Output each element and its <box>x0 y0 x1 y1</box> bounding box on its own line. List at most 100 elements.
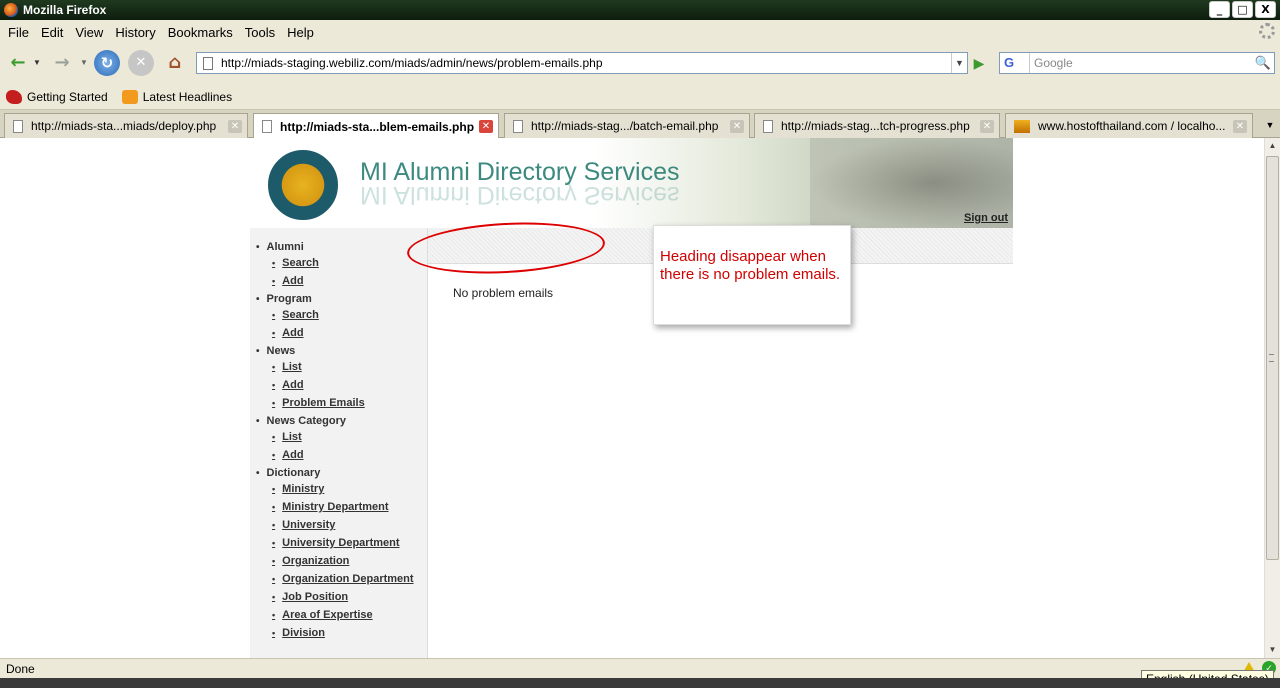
sidebar-section-dictionary: DictionaryMinistryMinistry DepartmentUni… <box>256 466 427 642</box>
minimize-button[interactable]: _ <box>1209 1 1230 18</box>
sidebar-section-heading: Program <box>256 292 427 306</box>
site-title-reflection: MI Alumni Directory Services <box>360 181 680 209</box>
sidebar-link-search[interactable]: Search <box>272 306 427 324</box>
menu-bookmarks[interactable]: Bookmarks <box>162 25 239 40</box>
tab-strip: http://miads-sta...miads/deploy.php ✕ ht… <box>0 110 1280 139</box>
back-button[interactable]: ← <box>5 50 31 76</box>
sidebar-section-heading: Dictionary <box>256 466 427 480</box>
forward-history-dropdown-icon[interactable]: ▼ <box>80 58 88 67</box>
vertical-scrollbar[interactable]: ▲ ▼ <box>1264 138 1280 658</box>
status-text: Done <box>6 661 35 676</box>
annotation-callout: Heading disappear when there is no probl… <box>653 225 851 325</box>
close-tab-icon[interactable]: ✕ <box>228 119 242 133</box>
page-viewport: MI Alumni Directory Services MI Alumni D… <box>0 138 1264 658</box>
sidebar-section-news: NewsListAddProblem Emails <box>256 344 427 412</box>
bookmark-latest-headlines[interactable]: Latest Headlines <box>121 89 233 104</box>
sign-out-link[interactable]: Sign out <box>964 212 1008 224</box>
site-header: MI Alumni Directory Services MI Alumni D… <box>250 138 1013 228</box>
page-icon <box>203 56 213 70</box>
sidebar-link-add[interactable]: Add <box>272 446 427 464</box>
sidebar-link-area-of-expertise[interactable]: Area of Expertise <box>272 606 427 624</box>
sidebar-link-add[interactable]: Add <box>272 272 427 290</box>
search-bar[interactable]: G Google 🔍 <box>999 52 1275 74</box>
address-url[interactable]: http://miads-staging.webiliz.com/miads/a… <box>221 56 951 70</box>
scroll-down-icon[interactable]: ▼ <box>1265 642 1280 658</box>
navigation-toolbar: ← ▼ → ▼ ↻ ✕ ⌂ http://miads-staging.webil… <box>0 44 1280 84</box>
annotation-text: Heading disappear when there is no probl… <box>660 248 841 283</box>
sidebar-link-ministry-department[interactable]: Ministry Department <box>272 498 427 516</box>
menu-bar: File Edit View History Bookmarks Tools H… <box>0 20 1280 44</box>
scroll-up-icon[interactable]: ▲ <box>1265 138 1280 154</box>
window-title-bar: Mozilla Firefox _ □ X <box>0 0 1280 20</box>
sidebar-link-add[interactable]: Add <box>272 376 427 394</box>
bookmarks-toolbar: Getting Started Latest Headlines <box>0 84 1280 110</box>
go-button[interactable]: ▶ <box>970 54 988 72</box>
tab-label: http://miads-stag...tch-progress.php <box>781 119 970 133</box>
tab-label: http://miads-sta...blem-emails.php <box>280 119 474 134</box>
tab-batch-email[interactable]: http://miads-stag.../batch-email.php ✕ <box>504 113 750 138</box>
search-input[interactable]: Google <box>1030 56 1252 70</box>
sidebar-link-job-position[interactable]: Job Position <box>272 588 427 606</box>
page-icon <box>763 119 773 133</box>
page-icon <box>262 120 272 133</box>
sidebar-section-heading: News <box>256 344 427 358</box>
menu-tools[interactable]: Tools <box>239 25 281 40</box>
close-tab-icon[interactable]: ✕ <box>730 119 744 133</box>
maximize-button[interactable]: □ <box>1232 1 1253 18</box>
firefox-icon <box>4 3 18 17</box>
url-history-dropdown-icon[interactable]: ▼ <box>951 53 967 73</box>
address-bar[interactable]: http://miads-staging.webiliz.com/miads/a… <box>196 52 968 74</box>
sidebar-section-program: ProgramSearchAdd <box>256 292 427 342</box>
sidebar-link-list[interactable]: List <box>272 358 427 376</box>
back-history-dropdown-icon[interactable]: ▼ <box>33 58 41 67</box>
admin-sidebar-nav: AlumniSearchAddProgramSearchAddNewsListA… <box>250 228 428 658</box>
menu-file[interactable]: File <box>2 25 35 40</box>
sidebar-link-search[interactable]: Search <box>272 254 427 272</box>
tab-deploy[interactable]: http://miads-sta...miads/deploy.php ✕ <box>4 113 248 138</box>
close-tab-icon[interactable]: ✕ <box>1233 119 1247 133</box>
search-engine-google-icon[interactable]: G <box>1000 53 1030 73</box>
menu-history[interactable]: History <box>109 25 161 40</box>
close-tab-icon[interactable]: ✕ <box>980 119 994 133</box>
sidebar-link-university-department[interactable]: University Department <box>272 534 427 552</box>
sidebar-section-news-category: News CategoryListAdd <box>256 414 427 464</box>
menu-view[interactable]: View <box>69 25 109 40</box>
sidebar-link-list[interactable]: List <box>272 428 427 446</box>
menu-edit[interactable]: Edit <box>35 25 69 40</box>
sidebar-link-ministry[interactable]: Ministry <box>272 480 427 498</box>
sidebar-link-division[interactable]: Division <box>272 624 427 642</box>
sidebar-link-university[interactable]: University <box>272 516 427 534</box>
close-tab-icon[interactable]: ✕ <box>479 120 493 133</box>
home-button[interactable]: ⌂ <box>162 50 188 76</box>
tab-phpmyadmin[interactable]: www.hostofthailand.com / localho... ✕ <box>1005 113 1253 138</box>
no-problem-emails-message: No problem emails <box>453 286 554 300</box>
search-button[interactable]: 🔍 <box>1252 53 1274 73</box>
sidebar-link-problem-emails[interactable]: Problem Emails <box>272 394 427 412</box>
sidebar-link-organization-department[interactable]: Organization Department <box>272 570 427 588</box>
tab-label: http://miads-stag.../batch-email.php <box>531 119 719 133</box>
window-controls: _ □ X <box>1209 1 1276 18</box>
stop-button[interactable]: ✕ <box>128 50 154 76</box>
tab-problem-emails[interactable]: http://miads-sta...blem-emails.php ✕ <box>253 113 499 139</box>
sidebar-section-heading: News Category <box>256 414 427 428</box>
phpmyadmin-icon <box>1014 119 1030 133</box>
sidebar-link-organization[interactable]: Organization <box>272 552 427 570</box>
tab-list-dropdown-icon[interactable]: ▼ <box>1262 116 1278 134</box>
sidebar-link-add[interactable]: Add <box>272 324 427 342</box>
rss-feed-icon <box>121 89 138 104</box>
status-bar: Done ✓ <box>0 658 1280 678</box>
menu-help[interactable]: Help <box>281 25 320 40</box>
bookmark-getting-started[interactable]: Getting Started <box>6 89 108 104</box>
forward-button[interactable]: → <box>49 50 75 76</box>
tab-label: www.hostofthailand.com / localho... <box>1038 119 1226 133</box>
page-icon <box>13 119 23 133</box>
tab-label: http://miads-sta...miads/deploy.php <box>31 119 217 133</box>
bookmark-label: Getting Started <box>27 89 108 104</box>
bookmark-label: Latest Headlines <box>142 89 233 104</box>
tab-batch-progress[interactable]: http://miads-stag...tch-progress.php ✕ <box>754 113 1000 138</box>
reload-button[interactable]: ↻ <box>94 50 120 76</box>
getting-started-icon <box>6 89 22 104</box>
scrollbar-grip-icon <box>1269 354 1274 362</box>
close-button[interactable]: X <box>1255 1 1276 18</box>
os-taskbar <box>0 678 1280 688</box>
